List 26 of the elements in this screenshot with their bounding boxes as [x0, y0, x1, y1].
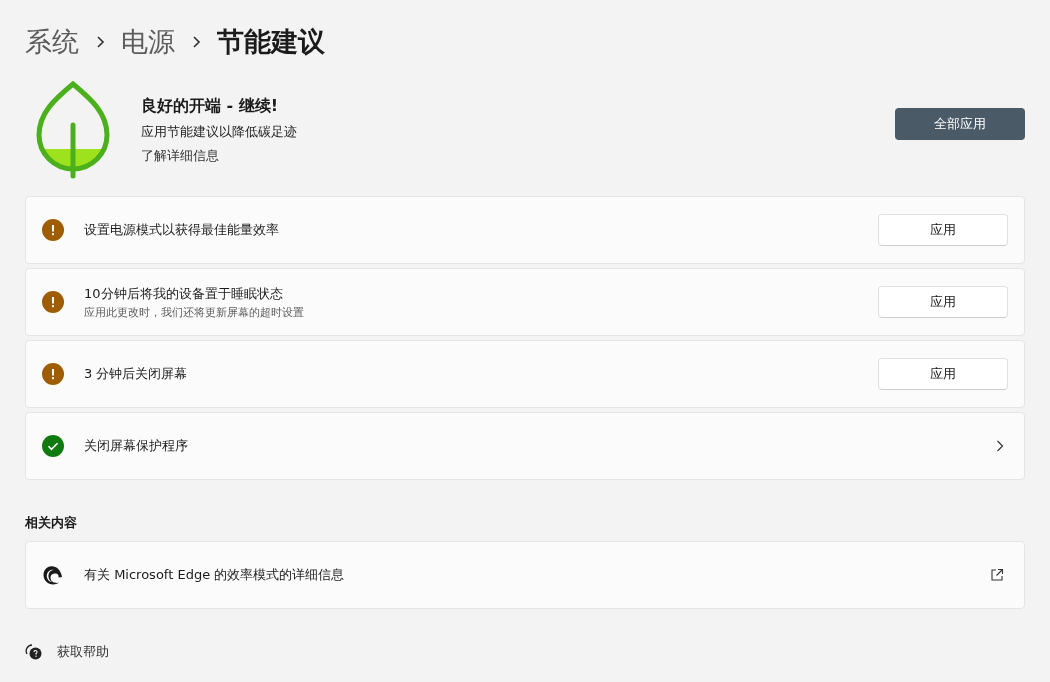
recommendation-title: 关闭屏幕保护程序 [84, 437, 189, 455]
summary-title: 良好的开端 - 继续! [141, 95, 280, 117]
recommendation-title: 设置电源模式以获得最佳能量效率 [84, 221, 280, 239]
summary-subtitle: 应用节能建议以降低碳足迹 [141, 122, 298, 141]
apply-all-button[interactable]: 全部应用 [895, 108, 1025, 140]
learn-more-link[interactable]: 了解详细信息 [141, 146, 895, 165]
external-link-icon [990, 568, 1004, 582]
breadcrumb-item: 节能建议 [217, 25, 325, 59]
recommendation-title: 10分钟后将我的设备置于睡眠状态 [84, 284, 284, 303]
section-heading: 相关内容 [25, 514, 78, 532]
apply-button[interactable]: 应用 [878, 286, 1008, 318]
related-link-card[interactable]: 有关 Microsoft Edge 的效率模式的详细信息 [25, 541, 1025, 609]
help-icon [25, 643, 43, 661]
get-help-link[interactable]: 获取帮助 [57, 643, 109, 661]
recommendation-title: 3 分钟后关闭屏幕 [84, 365, 189, 383]
chevron-icon [191, 35, 201, 49]
apply-button[interactable]: 应用 [878, 358, 1008, 390]
recommendation-card[interactable]: 关闭屏幕保护程序 [25, 412, 1025, 480]
breadcrumb-item[interactable]: 电源 [121, 24, 175, 60]
related-link-text: 有关 Microsoft Edge 的效率模式的详细信息 [84, 566, 346, 584]
browser-logo-icon [42, 564, 64, 586]
chevron-icon [996, 440, 1004, 452]
chevron-icon [95, 35, 105, 49]
apply-button[interactable]: 应用 [878, 214, 1008, 246]
breadcrumb-item[interactable]: 系统 [25, 24, 79, 60]
recommendation-description: 应用此更改时，我们还将更新屏幕的超时设置 [84, 304, 305, 320]
